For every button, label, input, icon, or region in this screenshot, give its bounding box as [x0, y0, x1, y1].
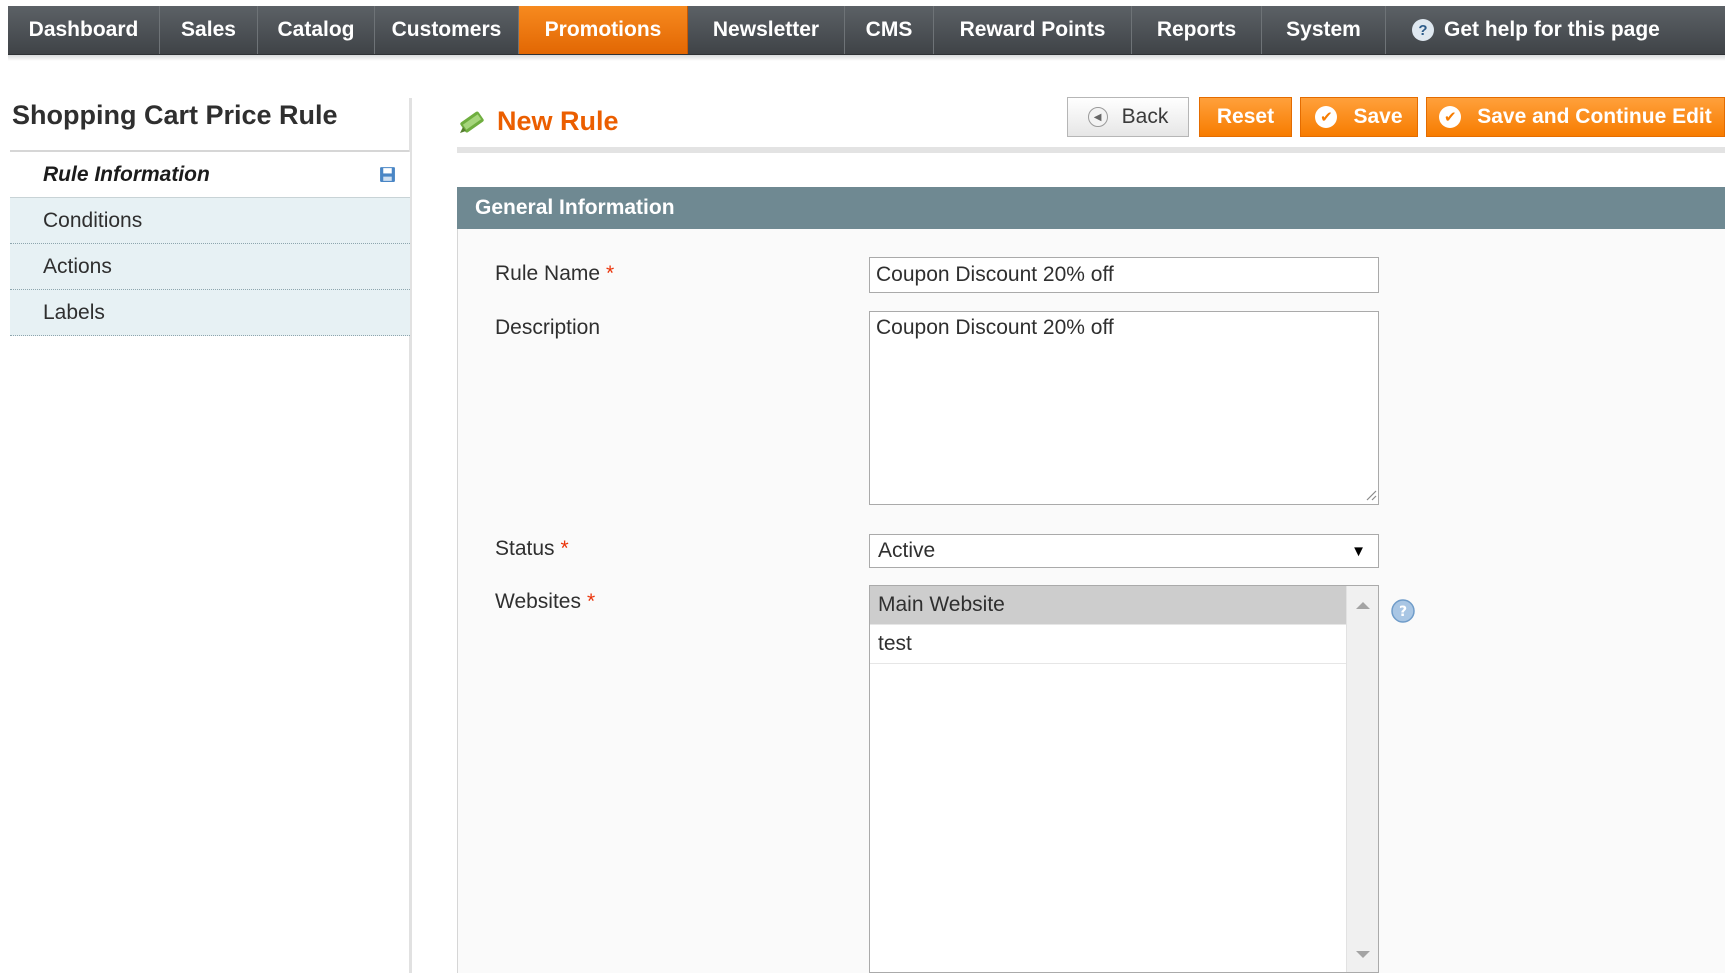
floppy-disk-icon — [380, 167, 395, 182]
website-option-main[interactable]: Main Website — [870, 586, 1347, 625]
tab-rule-information[interactable]: Rule Information — [10, 152, 410, 198]
description-label: Description — [495, 316, 601, 339]
tab-label: Rule Information — [43, 162, 210, 186]
nav-reward-points[interactable]: Reward Points — [934, 6, 1132, 54]
nav-shadow — [8, 55, 1725, 61]
nav-dashboard[interactable]: Dashboard — [8, 6, 160, 54]
coupon-pencil-icon — [460, 111, 484, 133]
required-marker: * — [586, 590, 596, 613]
main-navigation: Dashboard Sales Catalog Customers Promot… — [8, 6, 1725, 55]
nav-sales[interactable]: Sales — [160, 6, 258, 54]
tab-label: Actions — [43, 254, 112, 278]
dropdown-arrow-icon: ▼ — [1351, 542, 1366, 560]
page-title: New Rule — [497, 106, 619, 136]
status-label: Status * — [495, 537, 569, 561]
status-label-text: Status — [495, 537, 555, 560]
description-textarea[interactable]: Coupon Discount 20% off — [869, 311, 1379, 505]
reset-button-label: Reset — [1216, 105, 1275, 128]
sidebar-tabs: Rule Information Conditions Actions Labe… — [10, 152, 410, 336]
resize-grip-icon[interactable] — [1365, 489, 1377, 501]
nav-promotions[interactable]: Promotions — [519, 6, 688, 54]
rule-name-label-text: Rule Name — [495, 262, 601, 285]
question-circle-icon[interactable]: ? — [1390, 598, 1416, 624]
tab-label: Labels — [43, 300, 105, 324]
save-continue-button-label: Save and Continue Edit — [1477, 105, 1712, 128]
back-button[interactable]: ◀ Back — [1067, 97, 1189, 137]
nav-cms[interactable]: CMS — [845, 6, 934, 54]
svg-text:?: ? — [1399, 604, 1407, 620]
tab-label: Conditions — [43, 208, 143, 232]
save-button-label: Save — [1353, 105, 1403, 128]
rule-name-input[interactable] — [869, 257, 1379, 293]
help-link-label: Get help for this page — [1444, 18, 1660, 41]
section-header: General Information — [457, 187, 1725, 229]
save-and-continue-button[interactable]: ✔ Save and Continue Edit — [1426, 97, 1725, 137]
required-marker: * — [606, 262, 615, 285]
back-arrow-icon: ◀ — [1087, 107, 1108, 127]
sidebar-title: Shopping Cart Price Rule — [12, 100, 338, 130]
status-select[interactable]: Active ▼ — [869, 534, 1379, 568]
websites-multiselect[interactable]: Main Website test — [869, 585, 1379, 973]
status-select-value: Active — [878, 539, 936, 562]
nav-newsletter[interactable]: Newsletter — [688, 6, 845, 54]
reset-button[interactable]: Reset — [1199, 97, 1292, 137]
header-divider — [457, 147, 1725, 153]
tab-actions[interactable]: Actions — [10, 244, 410, 290]
checkmark-icon: ✔ — [1439, 106, 1462, 128]
tab-conditions[interactable]: Conditions — [10, 198, 410, 244]
rule-name-label: Rule Name * — [495, 262, 614, 286]
save-button[interactable]: ✔ Save — [1300, 97, 1418, 137]
back-button-label: Back — [1121, 105, 1169, 128]
website-option-test[interactable]: test — [870, 625, 1347, 664]
help-link[interactable]: ? Get help for this page — [1386, 6, 1725, 54]
websites-label: Websites * — [495, 590, 595, 614]
nav-catalog[interactable]: Catalog — [258, 6, 375, 54]
nav-system[interactable]: System — [1262, 6, 1386, 54]
nav-reports[interactable]: Reports — [1132, 6, 1262, 54]
scroll-down-icon[interactable] — [1356, 951, 1370, 958]
nav-customers[interactable]: Customers — [375, 6, 519, 54]
required-marker: * — [560, 537, 569, 560]
multiselect-scrollbar[interactable] — [1346, 586, 1378, 972]
tab-labels[interactable]: Labels — [10, 290, 410, 336]
help-circle-icon: ? — [1412, 19, 1434, 41]
scroll-up-icon[interactable] — [1356, 602, 1370, 609]
checkmark-icon: ✔ — [1315, 106, 1338, 128]
websites-label-text: Websites — [495, 590, 581, 613]
